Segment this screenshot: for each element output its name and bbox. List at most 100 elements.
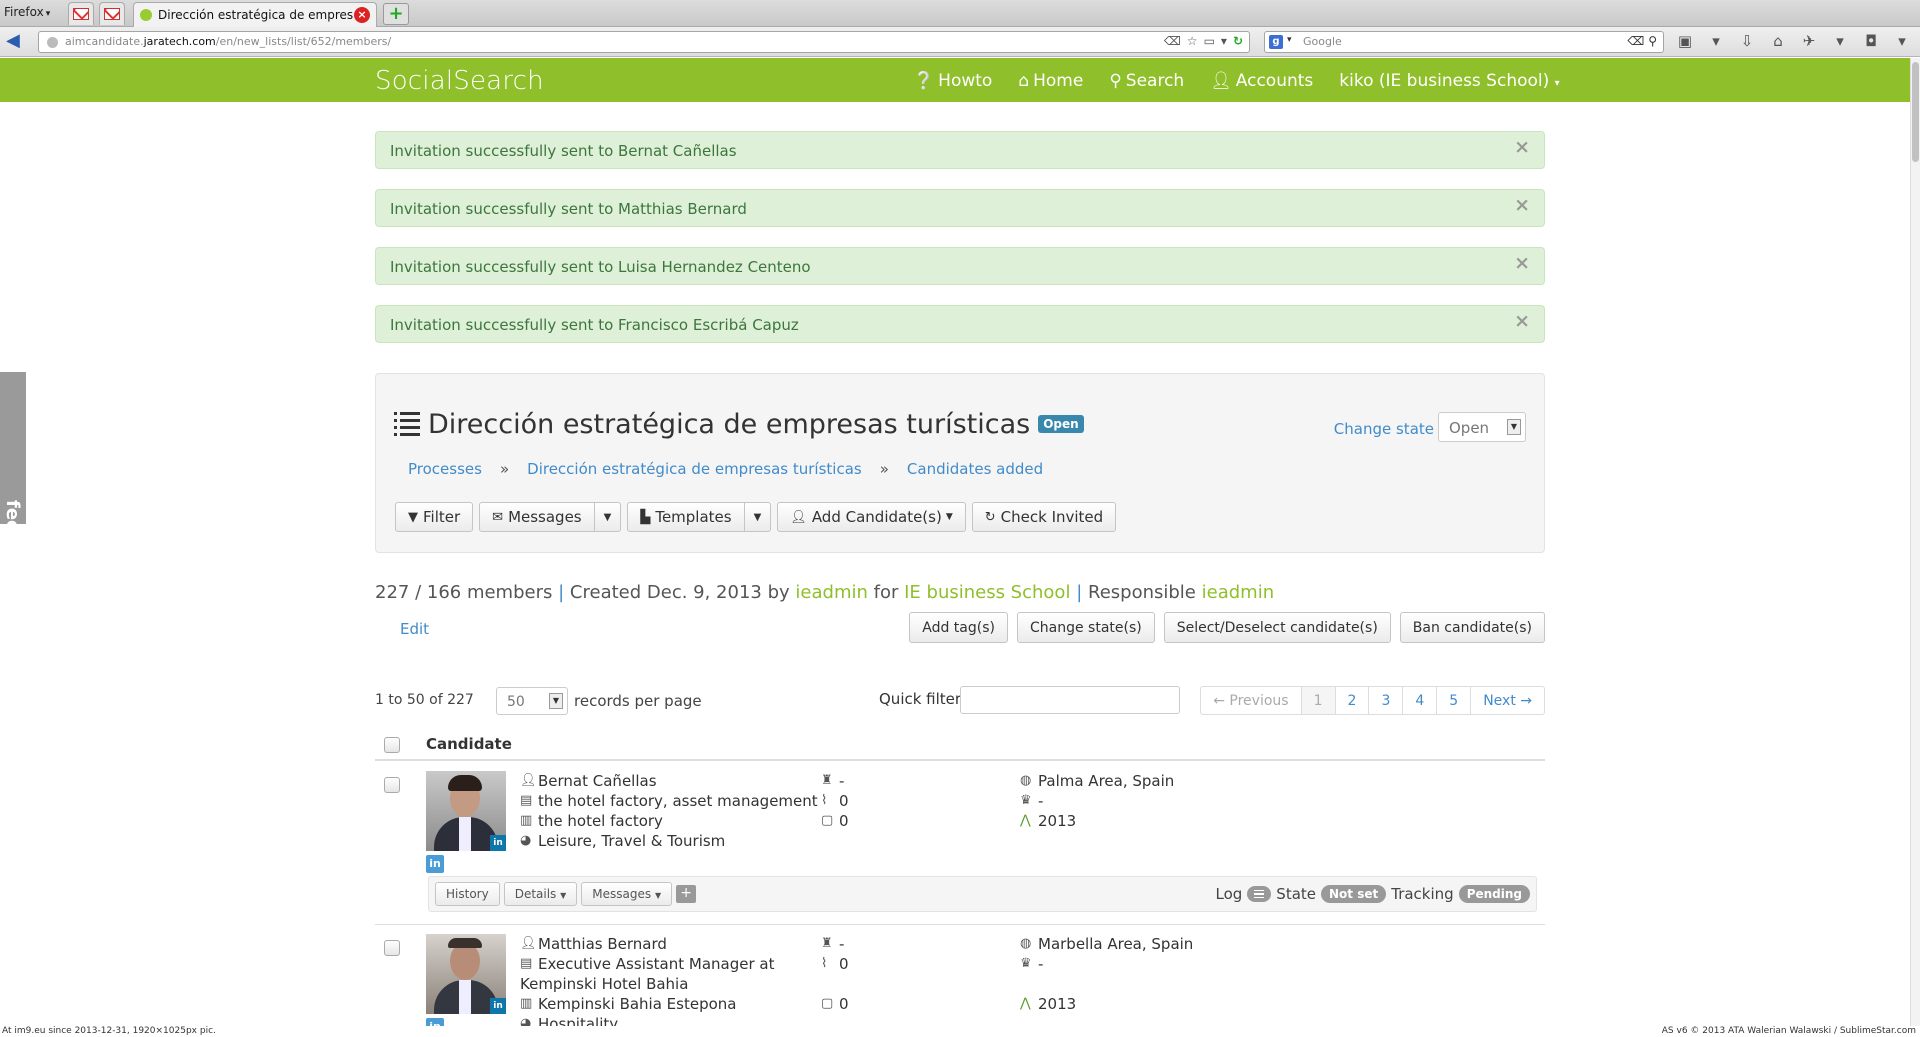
page-2[interactable]: 2 (1335, 686, 1370, 715)
url-prefix: aimcandidate. (65, 35, 144, 48)
row-checkbox[interactable] (384, 940, 400, 956)
reload-icon[interactable]: ↻ (1233, 34, 1243, 48)
close-icon[interactable]: × (1514, 254, 1530, 273)
edit-link[interactable]: Edit (400, 620, 429, 638)
user-icon: 👤︎ (1210, 71, 1232, 91)
reader-icon[interactable]: ▭ (1204, 34, 1215, 48)
add-icon[interactable]: + (676, 885, 697, 903)
site-identity-icon (47, 37, 58, 48)
messages-dropdown-button[interactable]: ▼ (594, 502, 622, 532)
home-icon[interactable]: ⌂ (1767, 32, 1789, 50)
browser-tab-active[interactable]: Dirección estratégica de empres... × (133, 2, 377, 27)
page-next[interactable]: Next → (1471, 686, 1545, 715)
breadcrumb-candidates-added[interactable]: Candidates added (907, 460, 1043, 478)
responsible-link[interactable]: ieadmin (1202, 582, 1274, 603)
linkedin-icon[interactable]: in (426, 855, 444, 873)
candidate-position: Executive Assistant Manager at (538, 955, 775, 973)
change-states-button[interactable]: Change state(s) (1016, 612, 1155, 643)
download-icon[interactable]: ⇩ (1736, 32, 1758, 50)
quick-filter-input[interactable] (960, 686, 1180, 714)
candidate-award: - (839, 772, 845, 790)
nav-search[interactable]: ⚲ Search (1109, 71, 1184, 91)
breadcrumb-processes[interactable]: Processes (408, 460, 482, 478)
pinned-tab-gmail[interactable] (68, 2, 94, 25)
page-5[interactable]: 5 (1437, 686, 1472, 715)
messages-dropdown[interactable]: Messages ▼ (581, 882, 673, 906)
candidate-education: - (1038, 955, 1044, 973)
tracking-badge[interactable]: Pending (1458, 885, 1530, 903)
breadcrumb-list[interactable]: Dirección estratégica de empresas turíst… (527, 460, 862, 478)
templates-dropdown-button[interactable]: ▼ (744, 502, 772, 532)
addon-icon[interactable]: ▣ (1674, 32, 1696, 50)
ban-candidates-button[interactable]: Ban candidate(s) (1399, 612, 1545, 643)
log-icon[interactable] (1247, 886, 1272, 902)
per-page-select[interactable]: 50 ▼ (496, 687, 568, 715)
filter-button[interactable]: ▼ Filter (395, 502, 474, 532)
alert-text: Invitation successfully sent to Francisc… (390, 316, 799, 334)
close-icon[interactable]: × (1514, 312, 1530, 331)
row-checkbox[interactable] (384, 777, 400, 793)
page-scrollbar[interactable] (1910, 58, 1920, 1026)
refresh-icon: ↻ (984, 509, 996, 525)
history-button[interactable]: History (435, 882, 500, 906)
search-bar[interactable]: g ▾ Google ⌫ ⚲ (1264, 31, 1664, 53)
nav-accounts[interactable]: 👤︎ Accounts (1210, 71, 1313, 91)
change-state-link[interactable]: Change state (1334, 420, 1434, 438)
bookmark-star-icon[interactable]: ☆ (1187, 34, 1198, 48)
filter-icon: ▼ (408, 509, 418, 525)
select-all-checkbox[interactable] (384, 737, 400, 753)
clear-icon[interactable]: ⌫ (1164, 34, 1181, 48)
firefox-menu-button[interactable]: Firefox ▾ (4, 5, 50, 19)
status-right: AS v6 © 2013 ATA Walerian Walawski / Sub… (1661, 1026, 1916, 1036)
thermometer-icon: ⌇ (821, 956, 828, 971)
details-button[interactable]: Details ▼ (503, 882, 578, 906)
tab-title: Dirección estratégica de empres... (158, 8, 354, 22)
chevron-down-icon[interactable]: ▾ (1287, 35, 1292, 45)
nav-howto[interactable]: ❔ Howto (913, 71, 992, 91)
pocket-icon[interactable]: ◘ (1860, 32, 1882, 50)
linkedin-icon[interactable]: in (426, 1018, 444, 1026)
scrollbar-thumb[interactable] (1912, 62, 1919, 162)
page-4[interactable]: 4 (1403, 686, 1438, 715)
pinned-tab-gmail[interactable] (99, 2, 125, 25)
close-tab-icon[interactable]: × (354, 7, 370, 23)
question-circle-icon: ❔ (913, 71, 935, 91)
row-action-buttons: History Details ▼ Messages ▼ + (435, 882, 697, 906)
filter-label: Filter (423, 508, 461, 526)
dropdown-icon[interactable]: ▾ (1891, 32, 1913, 50)
nav-home[interactable]: ⌂ Home (1018, 71, 1083, 91)
page-3[interactable]: 3 (1369, 686, 1404, 715)
messages-button[interactable]: ✉ Messages (479, 502, 595, 532)
dropdown-icon[interactable]: ▾ (1221, 34, 1227, 48)
dropdown-icon[interactable]: ▾ (1829, 32, 1851, 50)
add-tags-button[interactable]: Add tag(s) (909, 612, 1008, 643)
new-tab-button[interactable]: + (383, 3, 409, 25)
avatar[interactable]: in (426, 934, 506, 1014)
select-deselect-button[interactable]: Select/Deselect candidate(s) (1163, 612, 1391, 643)
google-engine-icon[interactable]: g (1269, 35, 1283, 49)
search-tools-icon[interactable]: ⌫ ⚲ (1627, 34, 1657, 48)
extension-icon[interactable]: ✈ (1798, 32, 1820, 50)
feedback-tab[interactable]: feedback (0, 372, 26, 593)
state-select[interactable]: Open ▼ (1438, 412, 1526, 442)
back-arrow-icon[interactable]: ◀ (6, 32, 20, 50)
dropdown-icon[interactable]: ▾ (1705, 32, 1727, 50)
templates-button[interactable]: ▙ Templates (627, 502, 745, 532)
nav-user-menu[interactable]: kiko (IE business School) ▾ (1339, 71, 1559, 91)
page-previous[interactable]: ← Previous (1200, 686, 1302, 715)
url-bar[interactable]: aimcandidate.jaratech.com/en/new_lists/l… (38, 31, 1250, 53)
caret-down-icon: ▾ (1554, 78, 1560, 89)
close-icon[interactable]: × (1514, 138, 1530, 157)
avatar[interactable]: in (426, 771, 506, 851)
candidate-name[interactable]: Bernat Cañellas (538, 771, 657, 791)
creator-link[interactable]: ieadmin (795, 582, 867, 603)
candidate-name[interactable]: Matthias Bernard (538, 934, 667, 954)
add-candidates-button[interactable]: 👤︎ Add Candidate(s) ▼ (777, 502, 966, 532)
check-invited-button[interactable]: ↻ Check Invited (971, 502, 1117, 532)
organization-link[interactable]: IE business School (904, 582, 1070, 603)
state-badge[interactable]: Not set (1321, 885, 1387, 903)
page-1[interactable]: 1 (1301, 686, 1336, 715)
brand-logo[interactable]: SocialSearch (375, 66, 544, 96)
close-icon[interactable]: × (1514, 196, 1530, 215)
breadcrumb-separator: » (499, 460, 510, 478)
